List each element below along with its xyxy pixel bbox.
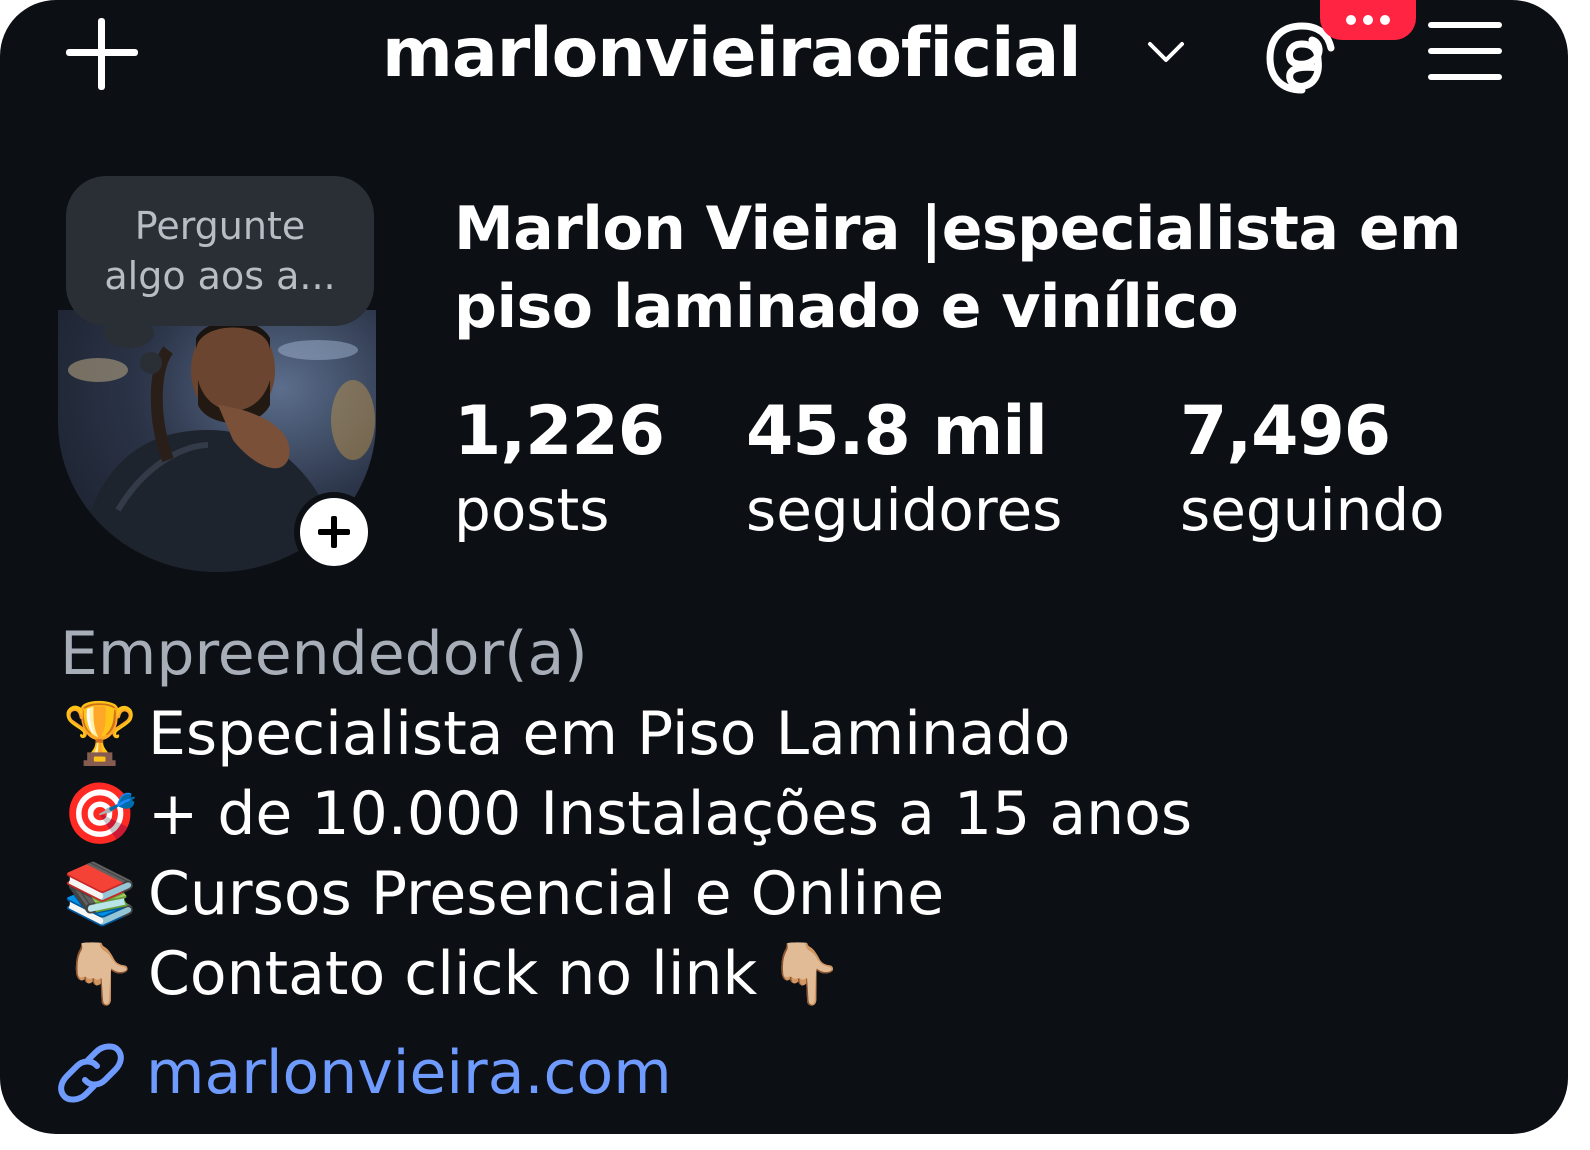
menu-line — [1428, 74, 1502, 80]
pointing-down-icon: 👇🏼 — [767, 939, 843, 1009]
stat-followers[interactable]: 45.8 mil seguidores — [746, 392, 1062, 548]
target-icon: 🎯 — [62, 779, 138, 849]
menu-icon[interactable] — [1428, 20, 1504, 84]
trophy-icon: 🏆 — [62, 699, 138, 769]
bio-line: 🎯 + de 10.000 Instalações a 15 anos — [60, 774, 1192, 854]
stat-posts[interactable]: 1,226 posts — [454, 392, 665, 548]
bio-text: + de 10.000 Instalações a 15 anos — [148, 779, 1193, 849]
link-text[interactable]: marlonvieira.com — [146, 1038, 672, 1108]
chevron-down-icon[interactable] — [1146, 36, 1186, 66]
bio-line: 👇🏼 Contato click no link 👇🏼 — [60, 934, 853, 1014]
note-line: Pergunte — [134, 204, 306, 248]
stat-following[interactable]: 7,496 seguindo — [1180, 392, 1445, 548]
notification-badge[interactable] — [1320, 0, 1416, 40]
books-icon: 📚 — [62, 859, 138, 929]
note-line: algo aos a... — [104, 254, 336, 298]
create-plus-icon[interactable] — [62, 14, 142, 94]
badge-dot — [1346, 15, 1356, 25]
bio-line: 📚 Cursos Presencial e Online — [60, 854, 945, 934]
bio-text: Contato click no link — [148, 939, 758, 1009]
note-bubble[interactable]: Pergunte algo aos a... — [66, 176, 374, 326]
menu-line — [1428, 48, 1502, 54]
badge-dot — [1380, 15, 1390, 25]
bio-text: Cursos Presencial e Online — [148, 859, 945, 929]
bio-text: Especialista em Piso Laminado — [148, 699, 1071, 769]
display-name: Marlon Vieira |especialista em piso lami… — [454, 194, 1462, 342]
stat-value: 45.8 mil — [746, 392, 1048, 471]
category-label: Empreendedor(a) — [60, 619, 588, 689]
stat-label: seguidores — [746, 476, 1063, 544]
stat-value: 7,496 — [1180, 392, 1391, 471]
stat-value: 1,226 — [454, 392, 665, 471]
stat-label: seguindo — [1180, 476, 1445, 544]
website-link[interactable]: marlonvieira.com — [58, 1038, 672, 1108]
menu-line — [1428, 22, 1502, 28]
bio-line: 🏆 Especialista em Piso Laminado — [60, 694, 1071, 774]
badge-dot — [1363, 15, 1373, 25]
pointing-down-icon: 👇🏼 — [62, 939, 138, 1009]
link-icon — [58, 1043, 124, 1103]
stat-label: posts — [454, 476, 610, 544]
add-story-button[interactable] — [294, 492, 374, 572]
profile-screen: marlonvieiraoficial Pergunte algo aos a.… — [0, 0, 1568, 1134]
note-tail — [140, 352, 162, 374]
username-title[interactable]: marlonvieiraoficial — [382, 14, 1082, 94]
